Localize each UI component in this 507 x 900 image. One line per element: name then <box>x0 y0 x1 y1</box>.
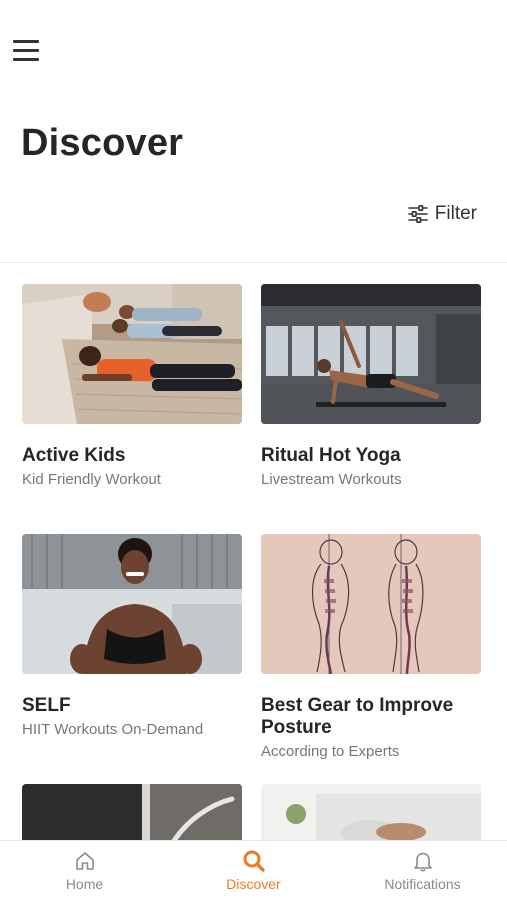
sliders-icon <box>407 205 428 223</box>
card-self[interactable]: SELF HIIT Workouts On-Demand <box>22 534 242 739</box>
card-6[interactable] <box>261 784 481 840</box>
menu-button[interactable] <box>13 40 41 62</box>
card-image <box>261 284 481 424</box>
hamburger-menu-icon <box>13 40 39 43</box>
tab-home[interactable]: Home <box>0 841 169 900</box>
bottom-tab-bar: Home Discover Notifications <box>0 840 507 900</box>
card-title: SELF <box>22 695 71 716</box>
card-subtitle: Kid Friendly Workout <box>22 471 161 488</box>
card-subtitle: Livestream Workouts <box>261 471 402 488</box>
card-title: Best Gear to Improve Posture <box>261 695 454 738</box>
card-ritual-hot-yoga[interactable]: Ritual Hot Yoga Livestream Workouts <box>261 284 481 489</box>
card-title: Active Kids <box>22 445 126 466</box>
card-subtitle: HIIT Workouts On-Demand <box>22 721 204 738</box>
card-image <box>22 284 242 424</box>
card-subtitle: According to Experts <box>261 743 400 760</box>
page-title: Discover <box>21 122 184 164</box>
filter-button[interactable]: Filter <box>407 203 477 225</box>
tab-notifications[interactable]: Notifications <box>338 841 507 900</box>
card-image <box>261 534 481 674</box>
card-5[interactable] <box>22 784 242 840</box>
bell-icon <box>413 852 432 872</box>
home-icon <box>75 852 94 870</box>
tab-label: Notifications <box>384 876 461 892</box>
card-title: Ritual Hot Yoga <box>261 445 401 466</box>
card-image <box>22 784 242 840</box>
search-icon <box>243 850 265 872</box>
card-image <box>261 784 481 840</box>
card-image <box>22 534 242 674</box>
tab-discover[interactable]: Discover <box>169 841 338 900</box>
tab-label: Discover <box>226 876 281 892</box>
card-best-gear-posture[interactable]: Best Gear to Improve Posture According t… <box>261 534 481 761</box>
tab-label: Home <box>65 876 104 892</box>
discover-grid: Active Kids Kid Friendly Workout Ritual … <box>0 263 507 840</box>
card-active-kids[interactable]: Active Kids Kid Friendly Workout <box>22 284 242 489</box>
filter-label: Filter <box>434 203 477 224</box>
